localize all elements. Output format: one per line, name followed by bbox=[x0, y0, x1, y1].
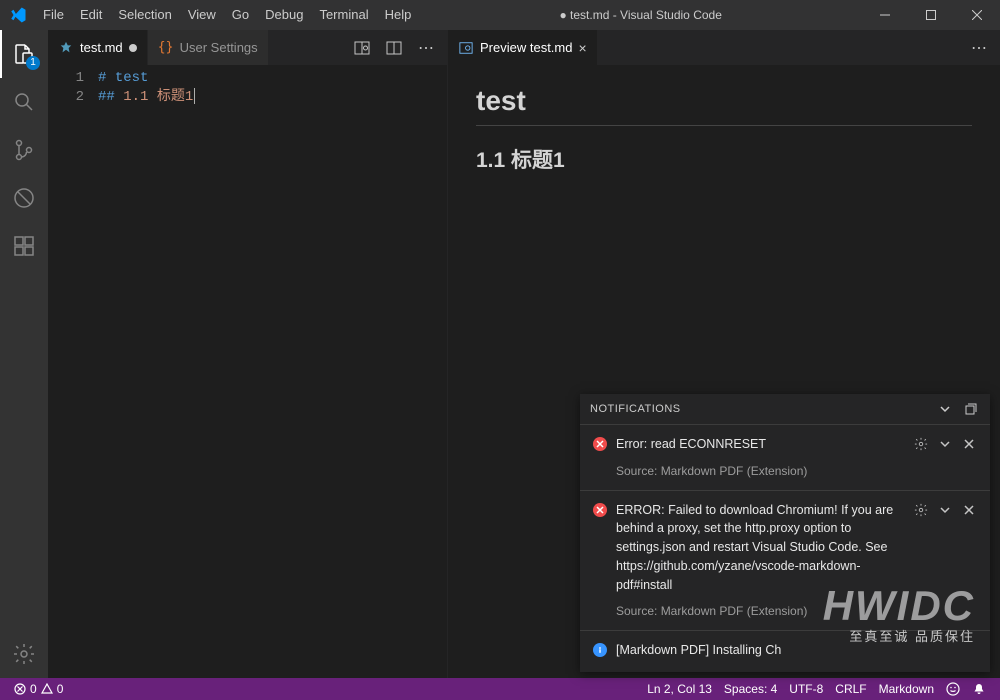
notification-message: ERROR: Failed to download Chromium! If y… bbox=[616, 501, 904, 595]
tab-label: Preview test.md bbox=[480, 40, 572, 55]
close-tab-icon[interactable]: × bbox=[578, 41, 586, 55]
status-feedback-icon[interactable] bbox=[940, 678, 966, 700]
window-controls bbox=[862, 0, 1000, 30]
status-bar: 0 0 Ln 2, Col 13 Spaces: 4 UTF-8 CRLF Ma… bbox=[0, 678, 1000, 700]
menu-bar: File Edit Selection View Go Debug Termin… bbox=[35, 0, 419, 30]
activity-bar: 1 bbox=[0, 30, 48, 678]
tab-actions-right: ⋯ bbox=[968, 30, 1000, 65]
more-actions-icon[interactable]: ⋯ bbox=[968, 37, 990, 59]
close-button[interactable] bbox=[954, 0, 1000, 30]
explorer-badge: 1 bbox=[26, 56, 40, 70]
status-errors[interactable]: 0 0 bbox=[8, 678, 69, 700]
notifications-title: NOTIFICATIONS bbox=[590, 403, 928, 415]
error-icon bbox=[592, 436, 608, 452]
code-content[interactable]: # test ## 1.1 标题1 bbox=[98, 65, 417, 678]
maximize-button[interactable] bbox=[908, 0, 954, 30]
notifications-panel: NOTIFICATIONS Error: read ECONNRESET Sou… bbox=[580, 394, 990, 672]
editor-group-left: test.md {} User Settings ⋯ bbox=[48, 30, 448, 678]
preview-h1: test bbox=[476, 85, 972, 126]
close-icon[interactable] bbox=[960, 435, 978, 453]
notification-source: Source: Markdown PDF (Extension) bbox=[592, 604, 978, 618]
window-title: ● test.md - Visual Studio Code bbox=[419, 8, 862, 22]
minimap[interactable] bbox=[417, 65, 447, 678]
notification-message: Error: read ECONNRESET bbox=[616, 435, 904, 454]
split-editor-icon[interactable] bbox=[383, 37, 405, 59]
chevron-down-icon[interactable] bbox=[936, 400, 954, 418]
tabs-right: Preview test.md × ⋯ bbox=[448, 30, 1000, 65]
tab-actions-left: ⋯ bbox=[351, 30, 447, 65]
status-language[interactable]: Markdown bbox=[873, 678, 940, 700]
tab-preview[interactable]: Preview test.md × bbox=[448, 30, 598, 65]
close-icon[interactable] bbox=[960, 501, 978, 519]
chevron-down-icon[interactable] bbox=[936, 435, 954, 453]
activity-settings[interactable] bbox=[0, 630, 48, 678]
tab-label: test.md bbox=[80, 40, 123, 55]
error-icon bbox=[592, 502, 608, 518]
chevron-down-icon[interactable] bbox=[936, 501, 954, 519]
activity-debug[interactable] bbox=[0, 174, 48, 222]
menu-terminal[interactable]: Terminal bbox=[311, 0, 376, 30]
menu-help[interactable]: Help bbox=[377, 0, 420, 30]
open-preview-side-icon[interactable] bbox=[351, 37, 373, 59]
more-actions-icon[interactable]: ⋯ bbox=[415, 37, 437, 59]
status-eol[interactable]: CRLF bbox=[829, 678, 872, 700]
menu-debug[interactable]: Debug bbox=[257, 0, 311, 30]
menu-selection[interactable]: Selection bbox=[110, 0, 179, 30]
menu-file[interactable]: File bbox=[35, 0, 72, 30]
notification-item: ERROR: Failed to download Chromium! If y… bbox=[580, 491, 990, 632]
titlebar: File Edit Selection View Go Debug Termin… bbox=[0, 0, 1000, 30]
status-indentation[interactable]: Spaces: 4 bbox=[718, 678, 783, 700]
menu-go[interactable]: Go bbox=[224, 0, 257, 30]
status-notifications-icon[interactable] bbox=[966, 678, 992, 700]
notification-item: [Markdown PDF] Installing Ch bbox=[580, 631, 990, 672]
notifications-header: NOTIFICATIONS bbox=[580, 394, 990, 425]
notification-message: [Markdown PDF] Installing Ch bbox=[616, 641, 978, 660]
activity-explorer[interactable]: 1 bbox=[0, 30, 48, 78]
status-cursor-position[interactable]: Ln 2, Col 13 bbox=[641, 678, 718, 700]
notification-item: Error: read ECONNRESET Source: Markdown … bbox=[580, 425, 990, 491]
preview-h2: 1.1 标题1 bbox=[476, 144, 972, 174]
warning-triangle-icon bbox=[41, 683, 53, 695]
line-numbers: 1 2 bbox=[48, 65, 98, 678]
menu-edit[interactable]: Edit bbox=[72, 0, 110, 30]
vscode-logo-icon bbox=[0, 6, 35, 24]
tabs-left: test.md {} User Settings ⋯ bbox=[48, 30, 447, 65]
error-circle-icon bbox=[14, 683, 26, 695]
cursor-icon bbox=[194, 88, 195, 104]
activity-source-control[interactable] bbox=[0, 126, 48, 174]
gear-icon[interactable] bbox=[912, 435, 930, 453]
tab-label: User Settings bbox=[180, 40, 258, 55]
pin-icon bbox=[58, 40, 74, 56]
status-encoding[interactable]: UTF-8 bbox=[783, 678, 829, 700]
tab-test-md[interactable]: test.md bbox=[48, 30, 148, 65]
gear-icon[interactable] bbox=[912, 501, 930, 519]
activity-search[interactable] bbox=[0, 78, 48, 126]
menu-view[interactable]: View bbox=[180, 0, 224, 30]
notification-source: Source: Markdown PDF (Extension) bbox=[592, 464, 978, 478]
info-icon bbox=[592, 642, 608, 658]
tab-user-settings[interactable]: {} User Settings bbox=[148, 30, 269, 65]
clear-all-icon[interactable] bbox=[962, 400, 980, 418]
minimize-button[interactable] bbox=[862, 0, 908, 30]
braces-icon: {} bbox=[158, 40, 174, 56]
code-editor[interactable]: 1 2 # test ## 1.1 标题1 bbox=[48, 65, 447, 678]
dirty-indicator-icon bbox=[129, 44, 137, 52]
activity-extensions[interactable] bbox=[0, 222, 48, 270]
preview-icon bbox=[458, 40, 474, 56]
